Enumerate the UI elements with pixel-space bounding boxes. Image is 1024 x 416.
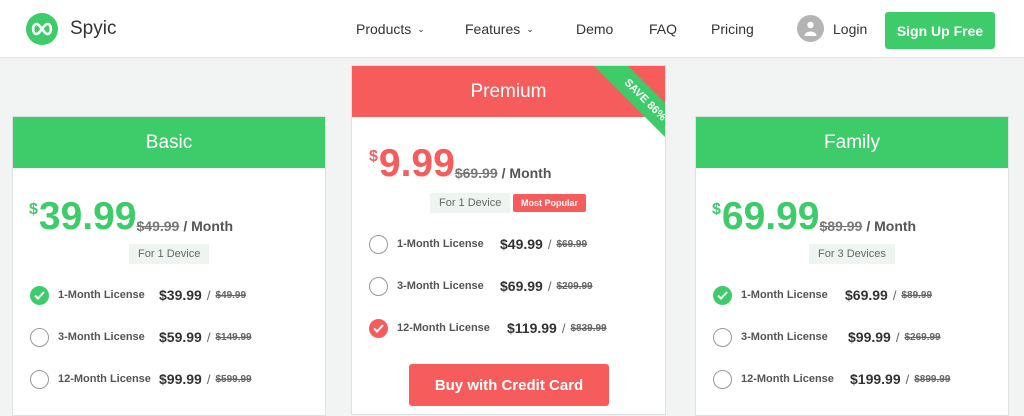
option-price: $39.99: [159, 287, 202, 303]
old-price: $49.99: [136, 218, 180, 234]
plan-card-family: Family $ 69.99 $89.99 / Month For 3 Devi…: [695, 116, 1009, 416]
license-option-1-month[interactable]: 1-Month License $69.99 / $89.99: [713, 285, 932, 305]
license-option-12-month[interactable]: 12-Month License $119.99 / $839.99: [369, 318, 607, 338]
option-old-price: $69.99: [556, 238, 588, 250]
option-separator: /: [561, 320, 566, 336]
option-label: 1-Month License: [397, 238, 484, 250]
currency-symbol: $: [712, 201, 721, 218]
nav-pricing[interactable]: Pricing: [711, 21, 754, 37]
option-separator: /: [547, 278, 552, 294]
option-separator: /: [206, 371, 211, 387]
checkmark-icon[interactable]: [713, 285, 732, 305]
option-old-price: $209.99: [556, 280, 593, 292]
option-old-price: $49.99: [215, 289, 247, 301]
price-amount: 9.99: [378, 142, 455, 185]
license-option-3-month[interactable]: 3-Month License $59.99 / $149.99: [30, 327, 252, 347]
license-option-12-month[interactable]: 12-Month License $99.99 / $599.99: [30, 369, 252, 389]
plan-title: Family: [696, 117, 1008, 168]
option-price: $69.99: [845, 287, 888, 303]
price-period: / Month: [866, 218, 917, 234]
option-price: $99.99: [159, 371, 202, 387]
brand-name[interactable]: Spyic: [70, 18, 116, 40]
option-label: 1-Month License: [58, 289, 145, 301]
plan-card-premium: Premium SAVE 86% $ 9.99 $69.99 / Month F…: [351, 65, 666, 415]
user-icon[interactable]: [797, 15, 824, 42]
price-period: / Month: [501, 165, 552, 181]
device-count-badge: For 1 Device: [430, 193, 511, 213]
option-price: $99.99: [848, 329, 891, 345]
option-separator: /: [892, 287, 897, 303]
option-price: $49.99: [500, 236, 543, 252]
option-label: 3-Month License: [741, 331, 828, 343]
option-separator: /: [895, 329, 900, 345]
option-label: 3-Month License: [58, 331, 145, 343]
nav-products[interactable]: Products ⌄: [356, 21, 425, 37]
option-old-price: $839.99: [570, 322, 607, 334]
old-price: $69.99: [454, 165, 498, 181]
option-price: $69.99: [500, 278, 543, 294]
radio-icon[interactable]: [713, 327, 732, 347]
device-count-badge: For 3 Devices: [809, 244, 895, 264]
license-option-3-month[interactable]: 3-Month License $69.99 / $209.99: [369, 276, 593, 296]
option-separator: /: [547, 236, 552, 252]
option-old-price: $899.99: [914, 373, 951, 385]
radio-icon[interactable]: [369, 276, 388, 296]
device-count-badge: For 1 Device: [129, 244, 210, 264]
option-label: 12-Month License: [58, 373, 151, 385]
radio-icon[interactable]: [713, 369, 732, 389]
radio-icon[interactable]: [30, 369, 49, 389]
price-block: $ 39.99 $49.99 / Month: [29, 197, 233, 237]
option-label: 1-Month License: [741, 289, 828, 301]
nav-demo[interactable]: Demo: [576, 21, 613, 37]
radio-icon[interactable]: [369, 234, 388, 254]
currency-symbol: $: [29, 201, 38, 218]
option-old-price: $599.99: [215, 373, 252, 385]
plan-card-basic: Basic $ 39.99 $49.99 / Month For 1 Devic…: [12, 116, 326, 416]
nav-products-label: Products: [356, 21, 412, 37]
option-old-price: $149.99: [215, 331, 252, 343]
option-label: 12-Month License: [397, 322, 490, 334]
old-price: $89.99: [819, 218, 863, 234]
option-label: 3-Month License: [397, 280, 484, 292]
top-nav: Spyic Products ⌄ Features ⌄ Demo FAQ Prici…: [0, 0, 1024, 58]
license-option-1-month[interactable]: 1-Month License $39.99 / $49.99: [30, 285, 246, 305]
sign-up-button[interactable]: Sign Up Free: [885, 12, 995, 49]
save-ribbon-label: SAVE 86%: [579, 66, 665, 161]
spyic-logo-icon[interactable]: [26, 13, 58, 45]
most-popular-badge: Most Popular: [513, 194, 587, 212]
chevron-down-icon: ⌄: [526, 24, 534, 34]
checkmark-icon[interactable]: [30, 285, 49, 305]
plan-title: Basic: [13, 117, 325, 168]
option-separator: /: [206, 329, 211, 345]
nav-features[interactable]: Features ⌄: [465, 21, 534, 37]
checkmark-icon[interactable]: [369, 318, 388, 338]
price-block: $ 69.99 $89.99 / Month: [712, 197, 916, 237]
option-price: $59.99: [159, 329, 202, 345]
nav-faq[interactable]: FAQ: [649, 21, 677, 37]
option-price: $119.99: [507, 320, 557, 336]
nav-features-label: Features: [465, 21, 521, 37]
option-old-price: $269.99: [904, 331, 941, 343]
license-option-3-month[interactable]: 3-Month License $99.99 / $269.99: [713, 327, 941, 347]
license-option-12-month[interactable]: 12-Month License $199.99 / $899.99: [713, 369, 950, 389]
license-option-1-month[interactable]: 1-Month License $49.99 / $69.99: [369, 234, 587, 254]
price-block: $ 9.99 $69.99 / Month: [369, 144, 551, 184]
option-old-price: $89.99: [901, 289, 933, 301]
option-price: $199.99: [850, 371, 901, 387]
price-amount: 69.99: [721, 195, 820, 238]
option-label: 12-Month License: [741, 373, 834, 385]
option-separator: /: [206, 287, 211, 303]
login-link[interactable]: Login: [833, 21, 867, 37]
chevron-down-icon: ⌄: [417, 24, 425, 34]
option-separator: /: [905, 371, 910, 387]
price-amount: 39.99: [38, 195, 137, 238]
save-ribbon: SAVE 86%: [570, 66, 665, 161]
price-period: / Month: [183, 218, 234, 234]
currency-symbol: $: [369, 148, 378, 165]
radio-icon[interactable]: [30, 327, 49, 347]
